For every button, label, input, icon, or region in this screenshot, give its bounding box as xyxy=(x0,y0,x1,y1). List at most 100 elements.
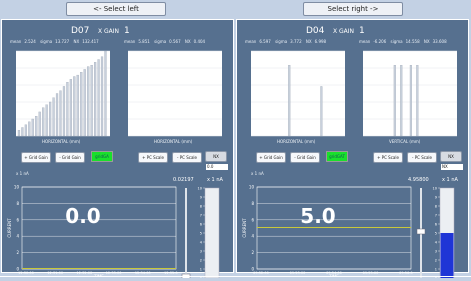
detector-title: D04 xyxy=(306,26,325,36)
x-tick-label: 12:34:00 xyxy=(135,271,151,275)
y-tick-label: 8 xyxy=(251,201,254,206)
grid-gain-down-button[interactable]: - Grid Gain xyxy=(55,152,85,163)
bottom-divider xyxy=(0,276,471,277)
y-axis-label: CURRENT xyxy=(7,218,12,238)
histogram-bar xyxy=(87,66,90,137)
meter-tick-label: 1 xyxy=(200,267,202,271)
stat-nx-label: NX xyxy=(73,39,80,44)
meter-tick-label: 6 xyxy=(435,222,437,226)
grid-gain-down-button[interactable]: - Grid Gain xyxy=(290,152,320,163)
histogram-bar xyxy=(42,107,45,137)
current-readout: 0.0 xyxy=(65,204,101,228)
y-tick-label: 6 xyxy=(16,217,19,222)
select-left-button[interactable]: <- Select left xyxy=(66,2,166,16)
meter-tick-label: 7 xyxy=(200,213,202,217)
histogram-bar xyxy=(320,86,323,137)
meter-tick-label: 9 xyxy=(200,195,202,199)
slider-handle xyxy=(416,228,426,235)
histogram-bar xyxy=(31,118,34,137)
pc-scale-up-button[interactable]: + PC Scale xyxy=(373,152,403,163)
histogram-bar xyxy=(49,101,52,137)
meter-fill xyxy=(440,233,454,278)
histogram-bar xyxy=(288,65,291,137)
meter-tick-label: 2 xyxy=(435,258,437,262)
meter-tick-label: 4 xyxy=(200,240,203,244)
stat-nx-label: NX xyxy=(423,39,430,44)
pc-scale-down-button[interactable]: - PC Scale xyxy=(407,152,437,163)
histogram-bar xyxy=(62,86,66,137)
select-right-button[interactable]: Select right -> xyxy=(303,2,403,16)
gain-value: 1 xyxy=(359,26,365,36)
vertical-stats: mean 5.851 sigma 0.567 NX 0.404 xyxy=(124,39,208,44)
y-tick-label: 8 xyxy=(16,201,19,206)
stat-mean-label: mean xyxy=(359,39,371,44)
app-root: <- Select left Select right -> D07 X GAI… xyxy=(0,0,471,281)
pc-scale-value[interactable]: NX xyxy=(441,164,463,170)
histogram-bar xyxy=(35,116,38,137)
stat-nx-label: NX xyxy=(184,39,191,44)
meter-value: 0.02197 xyxy=(173,177,194,183)
histogram-bar xyxy=(59,90,62,137)
meter-tick-label: 8 xyxy=(435,204,437,208)
current-readout: 5.0 xyxy=(300,204,336,228)
pc-scale-box: NX xyxy=(440,151,462,162)
histogram-bar xyxy=(45,104,48,137)
histogram-bar xyxy=(400,65,403,137)
grid-gain-up-button[interactable]: + Grid Gain xyxy=(21,152,51,163)
meter-tick-label: 7 xyxy=(435,213,437,217)
grid-status-indicator: gridGAT xyxy=(326,151,348,162)
pc-scale-down-button[interactable]: - PC Scale xyxy=(172,152,202,163)
y-axis-label: CURRENT xyxy=(242,218,247,238)
level-meter: 109876543210 xyxy=(416,186,455,278)
stat-mean-label: mean xyxy=(124,39,136,44)
detector-title: D07 xyxy=(71,26,90,36)
stat-sigma-label: sigma xyxy=(40,39,53,44)
histogram-bar xyxy=(24,124,27,137)
left-detector-panel: D07 X GAIN 1 mean 2.524 sigma 13.727 NX 132… xyxy=(1,19,234,278)
stat-nx-value: 33.608 xyxy=(432,39,447,44)
y-tick-label: 4 xyxy=(251,234,254,239)
gain-value: 1 xyxy=(124,26,130,36)
vertical-axis-label: VERTICAL (mm) xyxy=(389,139,421,144)
meter-tick-label: 5 xyxy=(435,231,437,235)
stat-sigma-value: 0.567 xyxy=(169,39,181,44)
stat-sigma-value: 3.772 xyxy=(290,39,302,44)
level-meter: 109876543210 xyxy=(181,186,220,278)
stat-mean-value: 5.851 xyxy=(138,39,150,44)
histogram-bar xyxy=(94,62,97,137)
horizontal-axis-label: HORIZONTAL (mm) xyxy=(42,139,81,144)
meter-tick-label: 10 xyxy=(198,186,202,190)
meter-tick-label: 2 xyxy=(200,258,202,262)
stat-sigma-value: 13.727 xyxy=(55,39,70,44)
vertical-histogram xyxy=(363,50,457,137)
stat-mean-value: 6.597 xyxy=(259,39,271,44)
stat-mean-label: mean xyxy=(10,39,22,44)
x-tick-label: 12:32:00 xyxy=(77,271,93,275)
meter-unit: x 1 nA xyxy=(207,177,223,183)
x-tick-label: 12:31:00 xyxy=(47,271,63,275)
meter-tick-label: 9 xyxy=(435,195,437,199)
y-tick-label: 10 xyxy=(14,185,20,190)
histogram-plot-area xyxy=(251,51,345,136)
histogram-bar xyxy=(17,130,21,137)
pc-scale-box: NX xyxy=(205,151,227,162)
meter-tick-label: 8 xyxy=(200,204,202,208)
gain-label: X GAIN xyxy=(333,28,355,35)
vertical-axis-label: HORIZONTAL (mm) xyxy=(154,139,193,144)
histogram-bar xyxy=(73,76,76,137)
plot-area xyxy=(21,186,177,270)
x-tick-label: 09:53:00 xyxy=(290,271,306,275)
stat-sigma-label: sigma xyxy=(154,39,167,44)
meter-background xyxy=(204,187,220,278)
pc-scale-up-button[interactable]: + PC Scale xyxy=(138,152,168,163)
histogram-plot-area xyxy=(128,51,222,136)
y-tick-label: 2 xyxy=(251,250,254,255)
x-tick-label: 09:52:00 xyxy=(253,271,269,275)
stat-nx-value: 0.404 xyxy=(193,39,206,44)
y-tick-label: 10 xyxy=(249,185,255,190)
histogram-bar xyxy=(90,65,93,137)
vertical-stats: mean -6.206 sigma 14.558 NX 33.608 xyxy=(359,39,450,44)
grid-gain-up-button[interactable]: + Grid Gain xyxy=(256,152,286,163)
meter-tick-label: 6 xyxy=(200,222,202,226)
pc-scale-value[interactable]: 0.0 xyxy=(206,164,228,170)
